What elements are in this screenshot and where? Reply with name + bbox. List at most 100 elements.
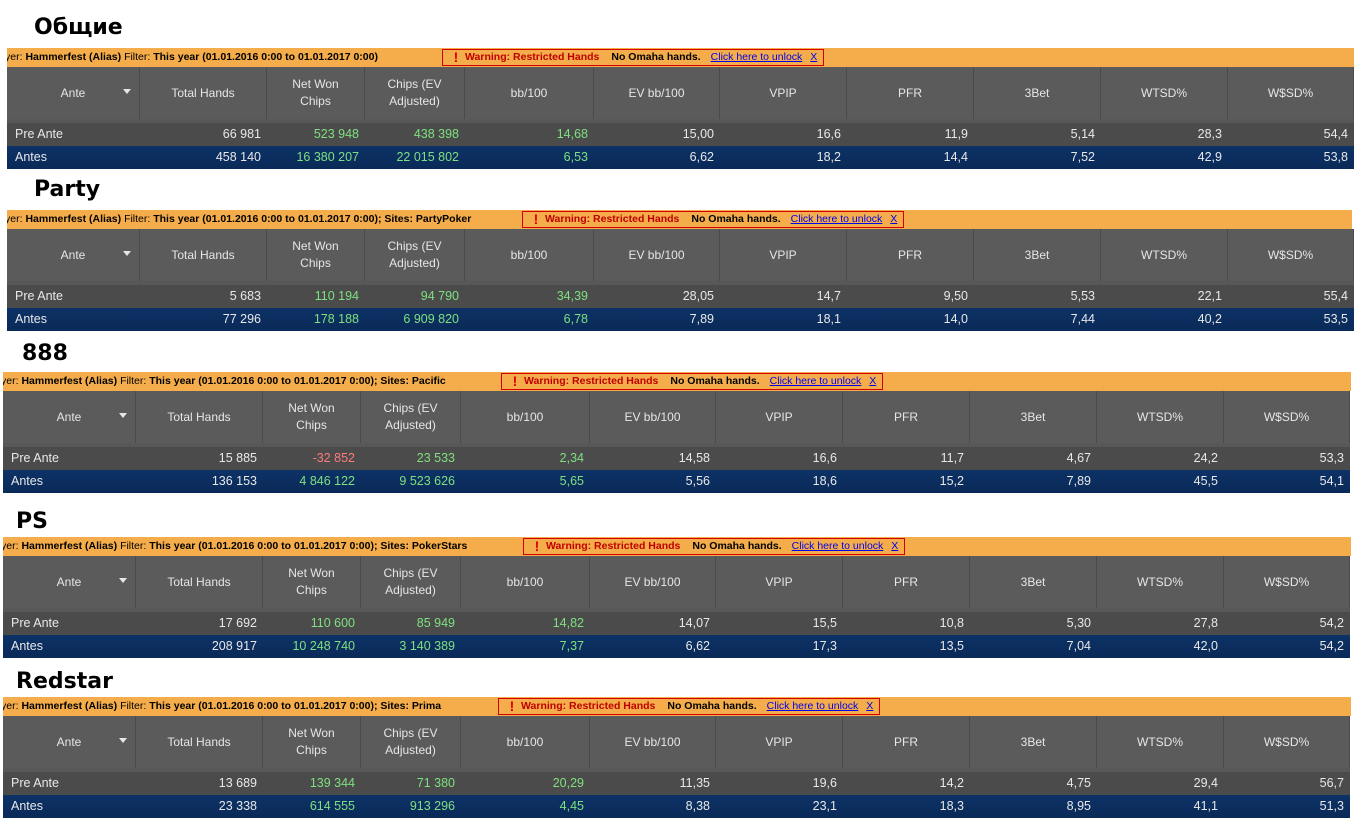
chevron-down-icon[interactable]	[123, 251, 131, 256]
table-cell: 5 683	[229, 289, 261, 303]
column-header[interactable]: WTSD%	[1097, 556, 1224, 608]
column-header[interactable]: W$SD%	[1228, 229, 1354, 281]
column-header[interactable]: Chips (EV Adjusted)	[361, 391, 461, 443]
column-header[interactable]: 3Bet	[974, 67, 1101, 119]
table-cell: 7,37	[559, 639, 584, 653]
column-header[interactable]: Net Won Chips	[263, 716, 361, 768]
column-header[interactable]: W$SD%	[1224, 716, 1350, 768]
column-header[interactable]: EV bb/100	[594, 229, 720, 281]
unlock-link[interactable]: Click here to unlock	[711, 51, 803, 63]
table-cell: 11,35	[679, 776, 710, 790]
warning-icon: !	[512, 373, 518, 389]
column-header[interactable]: WTSD%	[1097, 391, 1224, 443]
close-warning-button[interactable]: X	[810, 51, 817, 63]
table-cell: 40,2	[1197, 312, 1222, 326]
table-row[interactable]: Pre Ante 17 692 110 600 85 949 14,82 14,07 15,…	[3, 612, 1350, 635]
column-header[interactable]: bb/100	[465, 67, 594, 119]
column-header[interactable]: VPIP	[720, 229, 847, 281]
close-warning-button[interactable]: X	[866, 700, 873, 712]
unlock-link[interactable]: Click here to unlock	[767, 700, 859, 712]
column-header[interactable]: Chips (EV Adjusted)	[365, 67, 465, 119]
chevron-down-icon[interactable]	[123, 89, 131, 94]
column-header[interactable]: PFR	[843, 556, 970, 608]
column-header[interactable]: bb/100	[461, 391, 590, 443]
column-header[interactable]: bb/100	[461, 556, 590, 608]
row-label: Antes	[11, 799, 43, 813]
table-cell: 5,14	[1070, 127, 1095, 141]
column-header[interactable]: 3Bet	[970, 556, 1097, 608]
column-header[interactable]: 3Bet	[970, 716, 1097, 768]
table-row[interactable]: Antes 136 153 4 846 122 9 523 626 5,65 5,56 18…	[3, 470, 1350, 493]
column-header[interactable]: W$SD%	[1224, 556, 1350, 608]
chevron-down-icon[interactable]	[119, 413, 127, 418]
table-row[interactable]: Antes 458 140 16 380 207 22 015 802 6,53 6,62…	[7, 146, 1354, 169]
chevron-down-icon[interactable]	[119, 578, 127, 583]
column-header[interactable]: Net Won Chips	[267, 67, 365, 119]
unlock-link[interactable]: Click here to unlock	[792, 540, 884, 552]
table-row[interactable]: Antes 208 917 10 248 740 3 140 389 7,37 6,62 1…	[3, 635, 1350, 658]
column-header[interactable]: VPIP	[716, 556, 843, 608]
table-cell: 208 917	[211, 639, 257, 653]
table-cell: 17 692	[218, 616, 257, 630]
table-row[interactable]: Antes 23 338 614 555 913 296 4,45 8,38 23,1 18,…	[3, 795, 1350, 818]
column-header[interactable]: Ante	[3, 716, 136, 768]
table-row[interactable]: Pre Ante 13 689 139 344 71 380 20,29 11,35 19,…	[3, 772, 1350, 795]
table-row[interactable]: Pre Ante 15 885 -32 852 23 533 2,34 14,58 16,6…	[3, 447, 1350, 470]
table-cell: 53,8	[1323, 150, 1348, 164]
column-header[interactable]: Ante	[7, 67, 140, 119]
chevron-down-icon[interactable]	[119, 738, 127, 743]
column-header[interactable]: WTSD%	[1101, 67, 1228, 119]
column-header[interactable]: Total Hands	[136, 716, 263, 768]
table-header: Ante Total Hands Net Won Chips Chips (EV Ad…	[7, 67, 1354, 119]
column-header[interactable]: EV bb/100	[590, 716, 716, 768]
column-header[interactable]: VPIP	[716, 391, 843, 443]
column-header[interactable]: PFR	[843, 391, 970, 443]
column-header[interactable]: bb/100	[465, 229, 594, 281]
column-header[interactable]: Ante	[3, 391, 136, 443]
column-header[interactable]: WTSD%	[1097, 716, 1224, 768]
column-header-label: Net Won Chips	[292, 239, 339, 270]
close-warning-button[interactable]: X	[869, 375, 876, 387]
table-row[interactable]: Pre Ante 5 683 110 194 94 790 34,39 28,05 14,7…	[7, 285, 1354, 308]
column-header[interactable]: Total Hands	[136, 391, 263, 443]
column-header[interactable]: Chips (EV Adjusted)	[361, 716, 461, 768]
column-header[interactable]: EV bb/100	[594, 67, 720, 119]
table-cell: 438 398	[413, 127, 459, 141]
column-header[interactable]: 3Bet	[974, 229, 1101, 281]
column-header[interactable]: EV bb/100	[590, 391, 716, 443]
table-cell: 110 194	[314, 289, 359, 303]
column-header[interactable]: PFR	[847, 67, 974, 119]
column-header[interactable]: PFR	[843, 716, 970, 768]
column-header[interactable]: Chips (EV Adjusted)	[361, 556, 461, 608]
table-row[interactable]: Antes 77 296 178 188 6 909 820 6,78 7,89 18,1 1…	[7, 308, 1354, 331]
column-header[interactable]: Net Won Chips	[263, 391, 361, 443]
column-header[interactable]: PFR	[847, 229, 974, 281]
unlock-link[interactable]: Click here to unlock	[770, 375, 862, 387]
column-header[interactable]: 3Bet	[970, 391, 1097, 443]
column-header[interactable]: Ante	[7, 229, 140, 281]
table-cell: 14,68	[556, 127, 588, 141]
column-header[interactable]: W$SD%	[1224, 391, 1350, 443]
table-cell: 2,34	[559, 451, 584, 465]
close-warning-button[interactable]: X	[891, 540, 898, 552]
unlock-link[interactable]: Click here to unlock	[791, 213, 883, 225]
filter-value: This year (01.01.2016 0:00 to 01.01.2017…	[149, 700, 442, 712]
column-header-label: Ante	[60, 247, 86, 262]
column-header[interactable]: Chips (EV Adjusted)	[365, 229, 465, 281]
table-cell: 28,05	[682, 289, 714, 303]
column-header[interactable]: WTSD%	[1101, 229, 1228, 281]
close-warning-button[interactable]: X	[890, 213, 897, 225]
column-header[interactable]: EV bb/100	[590, 556, 716, 608]
column-header[interactable]: VPIP	[720, 67, 847, 119]
column-header[interactable]: Total Hands	[136, 556, 263, 608]
column-header[interactable]: W$SD%	[1228, 67, 1354, 119]
table-row[interactable]: Pre Ante 66 981 523 948 438 398 14,68 15,00 16…	[7, 123, 1354, 146]
column-header[interactable]: Total Hands	[140, 229, 267, 281]
column-header[interactable]: Ante	[3, 556, 136, 608]
column-header[interactable]: bb/100	[461, 716, 590, 768]
column-header[interactable]: Net Won Chips	[267, 229, 365, 281]
column-header[interactable]: Total Hands	[140, 67, 267, 119]
column-header[interactable]: Net Won Chips	[263, 556, 361, 608]
column-header[interactable]: VPIP	[716, 716, 843, 768]
table-cell: 13 689	[218, 776, 257, 790]
